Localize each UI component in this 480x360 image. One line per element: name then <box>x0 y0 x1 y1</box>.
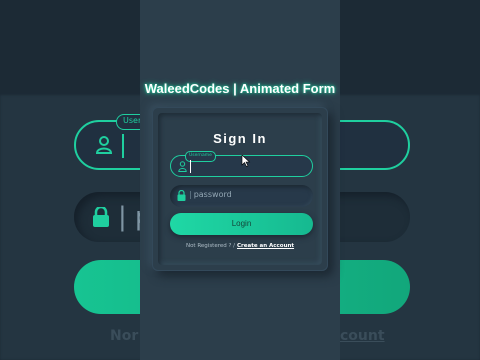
lock-icon <box>177 190 186 201</box>
background-caret <box>122 134 124 158</box>
background-note-fragment: Nor <box>110 328 139 344</box>
password-placeholder: | password <box>189 190 232 199</box>
login-button[interactable]: Login <box>170 213 313 235</box>
placeholder-separator: | <box>189 190 192 199</box>
app-title: WaleedCodes | Animated Form <box>144 81 336 96</box>
background-user-icon <box>96 136 112 154</box>
signin-heading: Sign In <box>213 131 267 146</box>
register-note: Not Registered ? / Create an Account <box>152 243 328 249</box>
background-account-fragment: count <box>340 328 385 344</box>
background-lock-icon <box>93 207 109 227</box>
create-account-link[interactable]: Create an Account <box>237 243 294 249</box>
form-panel: WaleedCodes | Animated Form Sign In User… <box>140 0 340 360</box>
text-caret <box>190 160 191 173</box>
username-input[interactable]: Username <box>170 151 313 177</box>
placeholder-text: password <box>193 190 232 199</box>
mouse-cursor-icon <box>241 155 251 167</box>
signin-card: Sign In Username | password Login Not Reg… <box>152 107 328 271</box>
user-icon <box>178 161 187 172</box>
password-input[interactable]: | password <box>170 185 313 207</box>
register-note-text: Not Registered ? / <box>185 243 236 249</box>
